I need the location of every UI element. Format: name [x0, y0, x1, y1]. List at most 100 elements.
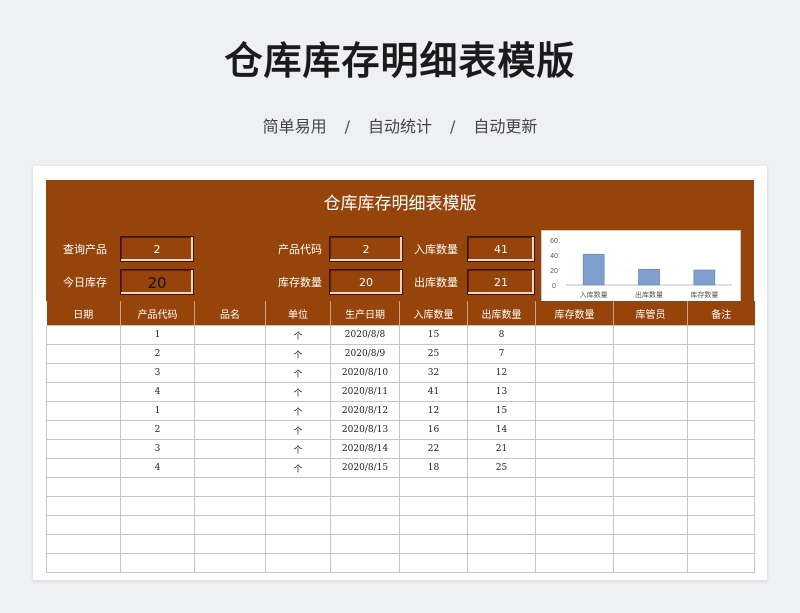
- table-cell[interactable]: [535, 382, 614, 402]
- table-cell[interactable]: 2020/8/15: [330, 458, 400, 478]
- table-cell[interactable]: [613, 420, 688, 440]
- table-cell[interactable]: [687, 382, 755, 402]
- table-cell[interactable]: [194, 401, 266, 421]
- table-cell[interactable]: [535, 420, 614, 440]
- table-cell[interactable]: [46, 401, 121, 421]
- table-cell[interactable]: [467, 515, 536, 535]
- table-cell[interactable]: [265, 553, 331, 573]
- column-header[interactable]: 备注: [687, 301, 755, 326]
- table-cell[interactable]: [687, 458, 755, 478]
- table-cell[interactable]: [613, 344, 688, 364]
- table-cell[interactable]: [120, 534, 195, 554]
- table-cell[interactable]: [265, 534, 331, 554]
- table-cell[interactable]: [46, 477, 121, 497]
- table-cell[interactable]: 个: [265, 382, 331, 402]
- table-cell[interactable]: [194, 439, 266, 459]
- table-cell[interactable]: [687, 534, 755, 554]
- table-cell[interactable]: 14: [467, 420, 536, 440]
- table-cell[interactable]: 4: [120, 458, 195, 478]
- table-cell[interactable]: [613, 439, 688, 459]
- table-cell[interactable]: 3: [120, 439, 195, 459]
- table-cell[interactable]: [330, 496, 400, 516]
- table-cell[interactable]: 18: [399, 458, 468, 478]
- out-qty-cell[interactable]: 21: [467, 269, 535, 295]
- column-header[interactable]: 产品代码: [120, 301, 195, 326]
- table-cell[interactable]: 个: [265, 401, 331, 421]
- table-cell[interactable]: [46, 515, 121, 535]
- table-cell[interactable]: 个: [265, 458, 331, 478]
- table-cell[interactable]: [194, 344, 266, 364]
- table-cell[interactable]: [194, 515, 266, 535]
- table-cell[interactable]: [399, 534, 468, 554]
- table-cell[interactable]: 15: [467, 401, 536, 421]
- table-cell[interactable]: 3: [120, 363, 195, 383]
- table-cell[interactable]: 13: [467, 382, 536, 402]
- table-cell[interactable]: [613, 534, 688, 554]
- table-cell[interactable]: 个: [265, 325, 331, 345]
- table-cell[interactable]: [687, 325, 755, 345]
- table-cell[interactable]: [46, 363, 121, 383]
- in-qty-cell[interactable]: 41: [467, 236, 535, 262]
- table-cell[interactable]: [46, 344, 121, 364]
- table-cell[interactable]: [535, 458, 614, 478]
- table-cell[interactable]: [194, 382, 266, 402]
- table-cell[interactable]: [467, 534, 536, 554]
- column-header[interactable]: 库管员: [613, 301, 688, 326]
- column-header[interactable]: 库存数量: [535, 301, 614, 326]
- table-cell[interactable]: [467, 496, 536, 516]
- table-cell[interactable]: 25: [467, 458, 536, 478]
- table-cell[interactable]: 12: [467, 363, 536, 383]
- table-cell[interactable]: 2: [120, 344, 195, 364]
- product-code-cell[interactable]: 2: [329, 236, 403, 262]
- table-cell[interactable]: [46, 553, 121, 573]
- table-cell[interactable]: 1: [120, 401, 195, 421]
- table-cell[interactable]: 22: [399, 439, 468, 459]
- table-cell[interactable]: 个: [265, 363, 331, 383]
- table-cell[interactable]: 25: [399, 344, 468, 364]
- table-cell[interactable]: [194, 534, 266, 554]
- table-cell[interactable]: [535, 534, 614, 554]
- table-cell[interactable]: 2: [120, 420, 195, 440]
- table-cell[interactable]: [687, 363, 755, 383]
- table-cell[interactable]: [194, 325, 266, 345]
- table-cell[interactable]: 个: [265, 439, 331, 459]
- table-cell[interactable]: [535, 515, 614, 535]
- table-cell[interactable]: [399, 496, 468, 516]
- column-header[interactable]: 出库数量: [467, 301, 536, 326]
- table-cell[interactable]: [265, 477, 331, 497]
- table-cell[interactable]: [467, 553, 536, 573]
- table-cell[interactable]: [535, 477, 614, 497]
- table-cell[interactable]: [687, 420, 755, 440]
- table-cell[interactable]: [330, 534, 400, 554]
- table-cell[interactable]: [194, 420, 266, 440]
- table-cell[interactable]: [330, 515, 400, 535]
- table-cell[interactable]: 4: [120, 382, 195, 402]
- table-cell[interactable]: 32: [399, 363, 468, 383]
- table-cell[interactable]: 8: [467, 325, 536, 345]
- table-cell[interactable]: [265, 515, 331, 535]
- table-cell[interactable]: [330, 553, 400, 573]
- table-cell[interactable]: [46, 458, 121, 478]
- table-cell[interactable]: 2020/8/14: [330, 439, 400, 459]
- table-cell[interactable]: [399, 477, 468, 497]
- table-cell[interactable]: 2020/8/11: [330, 382, 400, 402]
- table-cell[interactable]: 2020/8/12: [330, 401, 400, 421]
- table-cell[interactable]: [46, 325, 121, 345]
- table-cell[interactable]: [399, 553, 468, 573]
- column-header[interactable]: 日期: [46, 301, 121, 326]
- table-cell[interactable]: [535, 325, 614, 345]
- table-cell[interactable]: [194, 363, 266, 383]
- column-header[interactable]: 单位: [265, 301, 331, 326]
- table-cell[interactable]: [613, 496, 688, 516]
- table-cell[interactable]: [194, 458, 266, 478]
- table-cell[interactable]: [120, 477, 195, 497]
- table-cell[interactable]: [535, 344, 614, 364]
- table-cell[interactable]: 2020/8/10: [330, 363, 400, 383]
- table-cell[interactable]: [687, 553, 755, 573]
- table-cell[interactable]: [535, 439, 614, 459]
- table-cell[interactable]: [194, 496, 266, 516]
- table-cell[interactable]: [194, 553, 266, 573]
- table-cell[interactable]: [46, 534, 121, 554]
- column-header[interactable]: 品名: [194, 301, 266, 326]
- query-product-cell[interactable]: 2: [120, 236, 194, 262]
